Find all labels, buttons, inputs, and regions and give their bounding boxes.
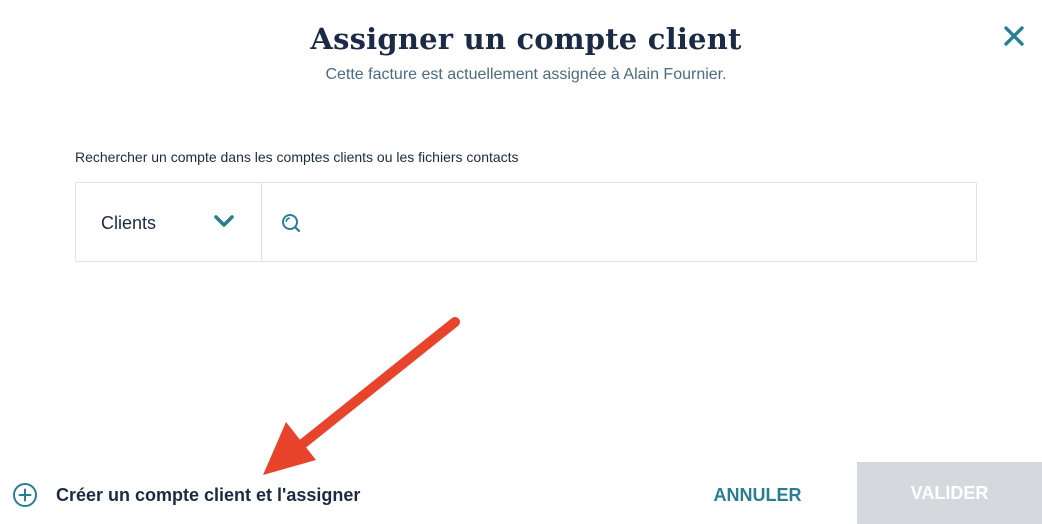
search-label: Rechercher un compte dans les comptes cl… — [75, 149, 519, 165]
close-icon — [1004, 26, 1024, 46]
search-icon — [282, 214, 301, 233]
close-button[interactable] — [1002, 24, 1028, 50]
chevron-down-icon — [214, 215, 234, 227]
dialog-title: Assigner un compte client — [310, 22, 742, 56]
cancel-button[interactable]: ANNULER — [690, 480, 825, 510]
plus-circle-icon — [13, 483, 37, 507]
validate-button[interactable]: VALIDER — [857, 462, 1042, 524]
create-account-label: Créer un compte client et l'assigner — [56, 484, 361, 505]
account-type-select[interactable]: Clients — [76, 183, 262, 261]
search-field — [262, 183, 976, 261]
search-input[interactable] — [310, 203, 964, 243]
search-box: Clients — [75, 182, 977, 262]
create-account-link[interactable]: Créer un compte client et l'assigner — [12, 481, 360, 509]
account-type-value: Clients — [101, 213, 157, 233]
dialog-subtitle: Cette facture est actuellement assignée … — [325, 66, 727, 83]
